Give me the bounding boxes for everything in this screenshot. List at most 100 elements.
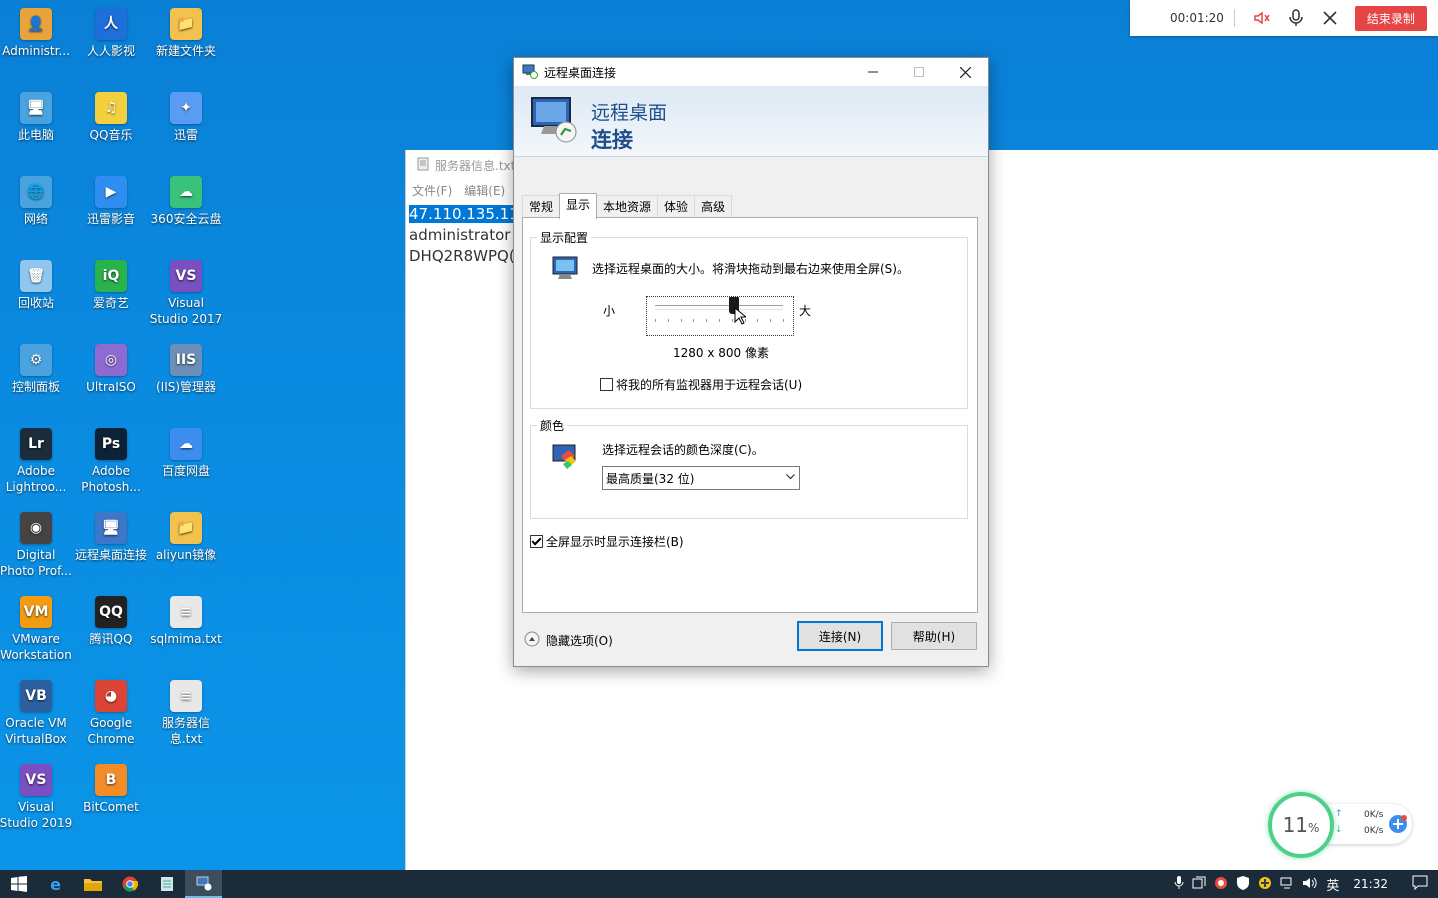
app-icon: ◉	[20, 512, 52, 544]
slider-tick	[655, 319, 656, 322]
desktop-icon[interactable]: ▶ 迅雷影音	[74, 176, 148, 227]
notification-center-icon[interactable]	[1412, 875, 1428, 893]
connection-bar-checkbox[interactable]: 全屏显示时显示连接栏(B)	[530, 533, 684, 550]
tab-general[interactable]: 常规	[522, 195, 561, 217]
app-icon: ♫	[95, 92, 127, 124]
color-depth-select[interactable]: 最高质量(32 位)	[602, 466, 800, 490]
remote-desktop-dialog[interactable]: 远程桌面连接 远程桌面 连接 常规 显示 本地资源 体验 高级 显示配置 选择远…	[513, 57, 989, 667]
task-view-tray-icon[interactable]	[1192, 876, 1206, 893]
desktop-icon[interactable]: IIS (IIS)管理器	[149, 344, 223, 395]
addon-tray-icon[interactable]	[1258, 876, 1272, 893]
desktop-icon-label: BitComet	[83, 800, 139, 814]
security-tray-icon[interactable]	[1214, 876, 1228, 893]
close-icon[interactable]	[1318, 6, 1342, 30]
connect-button[interactable]: 连接(N)	[797, 621, 883, 651]
desktop-icon-label: 爱奇艺	[92, 296, 129, 310]
tab-local-resources[interactable]: 本地资源	[596, 195, 659, 217]
desktop-icon[interactable]: ◎ UltraISO	[74, 344, 148, 395]
desktop-icon[interactable]: iQ 爱奇艺	[74, 260, 148, 311]
desktop-icon[interactable]: 📁 新建文件夹	[149, 8, 223, 59]
rdp-taskbar-icon[interactable]	[185, 870, 222, 898]
desktop-icon[interactable]: 🗑 回收站	[0, 260, 73, 311]
dialog-title-bar[interactable]: 远程桌面连接	[514, 58, 988, 86]
desktop-icon[interactable]: VM VMware Workstation	[0, 596, 73, 663]
all-monitors-checkbox-box[interactable]	[600, 378, 613, 391]
app-icon: QQ	[95, 596, 127, 628]
chevron-up-icon	[524, 631, 540, 650]
menu-file[interactable]: 文件(F)	[412, 182, 452, 199]
notepad-taskbar-icon[interactable]	[148, 870, 185, 898]
system-tray: 英 21:32	[1174, 875, 1438, 894]
screen-recorder-bar: 00:01:20 结束录制	[1130, 0, 1438, 36]
desktop-icon-label: Visual Studio 2017	[149, 296, 223, 326]
tab-experience[interactable]: 体验	[657, 195, 696, 217]
all-monitors-checkbox[interactable]: 将我的所有监视器用于远程会话(U)	[600, 376, 802, 393]
tab-advanced[interactable]: 高级	[694, 195, 733, 217]
memory-usage-ring[interactable]: 11%	[1268, 792, 1334, 858]
desktop-icon[interactable]: 📁 aliyun镜像	[149, 512, 223, 563]
app-icon: 🌐	[20, 176, 52, 208]
desktop-icon[interactable]: ✦ 迅雷	[149, 92, 223, 143]
taskbar: e 英 21:32	[0, 870, 1438, 898]
hide-options-toggle[interactable]: 隐藏选项(O)	[524, 631, 613, 650]
close-button[interactable]	[942, 58, 988, 86]
network-tray-icon[interactable]	[1280, 876, 1294, 893]
all-monitors-label: 将我的所有监视器用于远程会话(U)	[616, 378, 803, 392]
speaker-muted-icon[interactable]	[1250, 6, 1274, 30]
desktop-icon[interactable]: VS Visual Studio 2019	[0, 764, 73, 831]
display-size-slider[interactable]	[646, 296, 794, 336]
menu-edit[interactable]: 编辑(E)	[464, 182, 505, 199]
desktop-icon[interactable]: 🖥 此电脑	[0, 92, 73, 143]
desktop-icon[interactable]: 🌐 网络	[0, 176, 73, 227]
boost-icon[interactable]	[1388, 814, 1408, 837]
volume-tray-icon[interactable]	[1302, 876, 1318, 893]
microphone-icon[interactable]	[1284, 6, 1308, 30]
selected-ip-text[interactable]: 47.110.135.115	[409, 205, 529, 223]
app-icon: ▶	[95, 176, 127, 208]
desktop-icon[interactable]: B BitComet	[74, 764, 148, 815]
desktop-icon[interactable]: ◕ Google Chrome	[74, 680, 148, 747]
desktop-icon[interactable]: Lr Adobe Lightroo...	[0, 428, 73, 495]
minimize-button[interactable]	[850, 58, 896, 86]
slider-tick	[706, 319, 708, 322]
display-size-description: 选择远程桌面的大小。将滑块拖动到最右边来使用全屏(S)。	[592, 262, 909, 276]
clock[interactable]: 21:32	[1353, 877, 1388, 891]
desktop-icon[interactable]: Ps Adobe Photosh...	[74, 428, 148, 495]
desktop-icon[interactable]: VS Visual Studio 2017	[149, 260, 223, 327]
tab-display[interactable]: 显示	[559, 193, 598, 219]
shield-tray-icon[interactable]	[1236, 875, 1250, 893]
windows-start-icon[interactable]	[0, 870, 37, 898]
hide-options-label: 隐藏选项(O)	[546, 634, 613, 648]
file-explorer-icon[interactable]	[74, 870, 111, 898]
desktop-icon[interactable]: ⚙ 控制面板	[0, 344, 73, 395]
app-icon: ◕	[95, 680, 127, 712]
desktop-icon[interactable]: QQ 腾讯QQ	[74, 596, 148, 647]
color-depth-selected: 最高质量(32 位)	[606, 471, 695, 486]
monitor-icon	[551, 254, 581, 287]
desktop-icon[interactable]: ◉ Digital Photo Prof...	[0, 512, 73, 579]
microphone-tray-icon[interactable]	[1174, 875, 1184, 893]
upload-speed: 0K/s	[1364, 810, 1384, 820]
desktop-icon-label: Oracle VM VirtualBox	[5, 716, 67, 746]
connection-bar-checkbox-box[interactable]	[530, 535, 543, 548]
desktop-icon[interactable]: 🖥 远程桌面连接	[74, 512, 148, 563]
app-icon: B	[95, 764, 127, 796]
desktop-icon[interactable]: VB Oracle VM VirtualBox	[0, 680, 73, 747]
desktop-icon[interactable]: 👤 Administr...	[0, 8, 73, 59]
desktop-icon[interactable]: ☁ 百度网盘	[149, 428, 223, 479]
stop-recording-button[interactable]: 结束录制	[1354, 5, 1427, 31]
chrome-icon[interactable]	[111, 870, 148, 898]
desktop-icon[interactable]: 人人人影视	[74, 8, 148, 59]
desktop-icon-label: 360安全云盘	[150, 212, 222, 226]
desktop-icon[interactable]: ≡ 服务器信息.txt	[149, 680, 223, 747]
network-speed-panel[interactable]: ↑ 0K/s ↓ 0K/s	[1326, 804, 1412, 844]
edge-browser-icon[interactable]: e	[37, 870, 74, 898]
ime-indicator[interactable]: 英	[1326, 875, 1339, 894]
desktop-icon[interactable]: ♫ QQ音乐	[74, 92, 148, 143]
desktop-icon-label: VMware Workstation	[0, 632, 72, 662]
desktop-icon[interactable]: ☁ 360安全云盘	[149, 176, 223, 227]
app-icon: ☁	[170, 176, 202, 208]
help-button[interactable]: 帮助(H)	[891, 622, 977, 650]
desktop-icon[interactable]: ≡ sqlmima.txt	[149, 596, 223, 647]
slider-tick	[757, 319, 759, 322]
